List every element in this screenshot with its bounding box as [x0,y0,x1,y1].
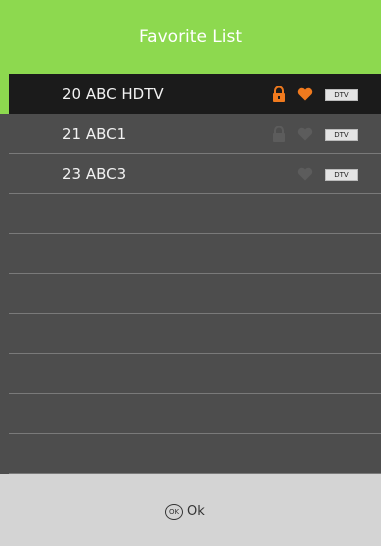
lock-icon [273,86,285,102]
channel-label: 23 ABC3 [62,165,127,183]
channel-label: 20 ABC HDTV [62,85,164,103]
panel-footer: OK Ok [0,474,381,546]
panel-header: Favorite List [0,0,381,74]
empty-row [9,434,381,474]
dtv-badge: DTV [325,169,358,181]
channel-list: 20 ABC HDTV DTV 21 ABC1 DTV 23 ABC3 DTV [0,74,381,474]
panel-title: Favorite List [138,27,243,47]
channel-row[interactable]: 21 ABC1 DTV [9,114,381,154]
favorite-list-panel: Favorite List 20 ABC HDTV DTV 21 ABC1 DT… [0,0,381,546]
channel-label: 21 ABC1 [62,125,127,143]
empty-row [9,394,381,434]
empty-row [9,274,381,314]
heart-icon [297,167,313,181]
empty-row [9,354,381,394]
selection-indicator [0,74,9,114]
channel-row[interactable]: 23 ABC3 DTV [9,154,381,194]
heart-icon [297,87,313,101]
empty-row [9,314,381,354]
dtv-badge: DTV [325,89,358,101]
heart-icon [297,127,313,141]
channel-row-selected[interactable]: 20 ABC HDTV DTV [0,74,381,114]
lock-icon [273,126,285,142]
empty-row [9,194,381,234]
ok-hint-label[interactable]: Ok [187,504,205,519]
dtv-badge: DTV [325,129,358,141]
empty-row [9,234,381,274]
ok-button-icon: OK [165,504,183,520]
